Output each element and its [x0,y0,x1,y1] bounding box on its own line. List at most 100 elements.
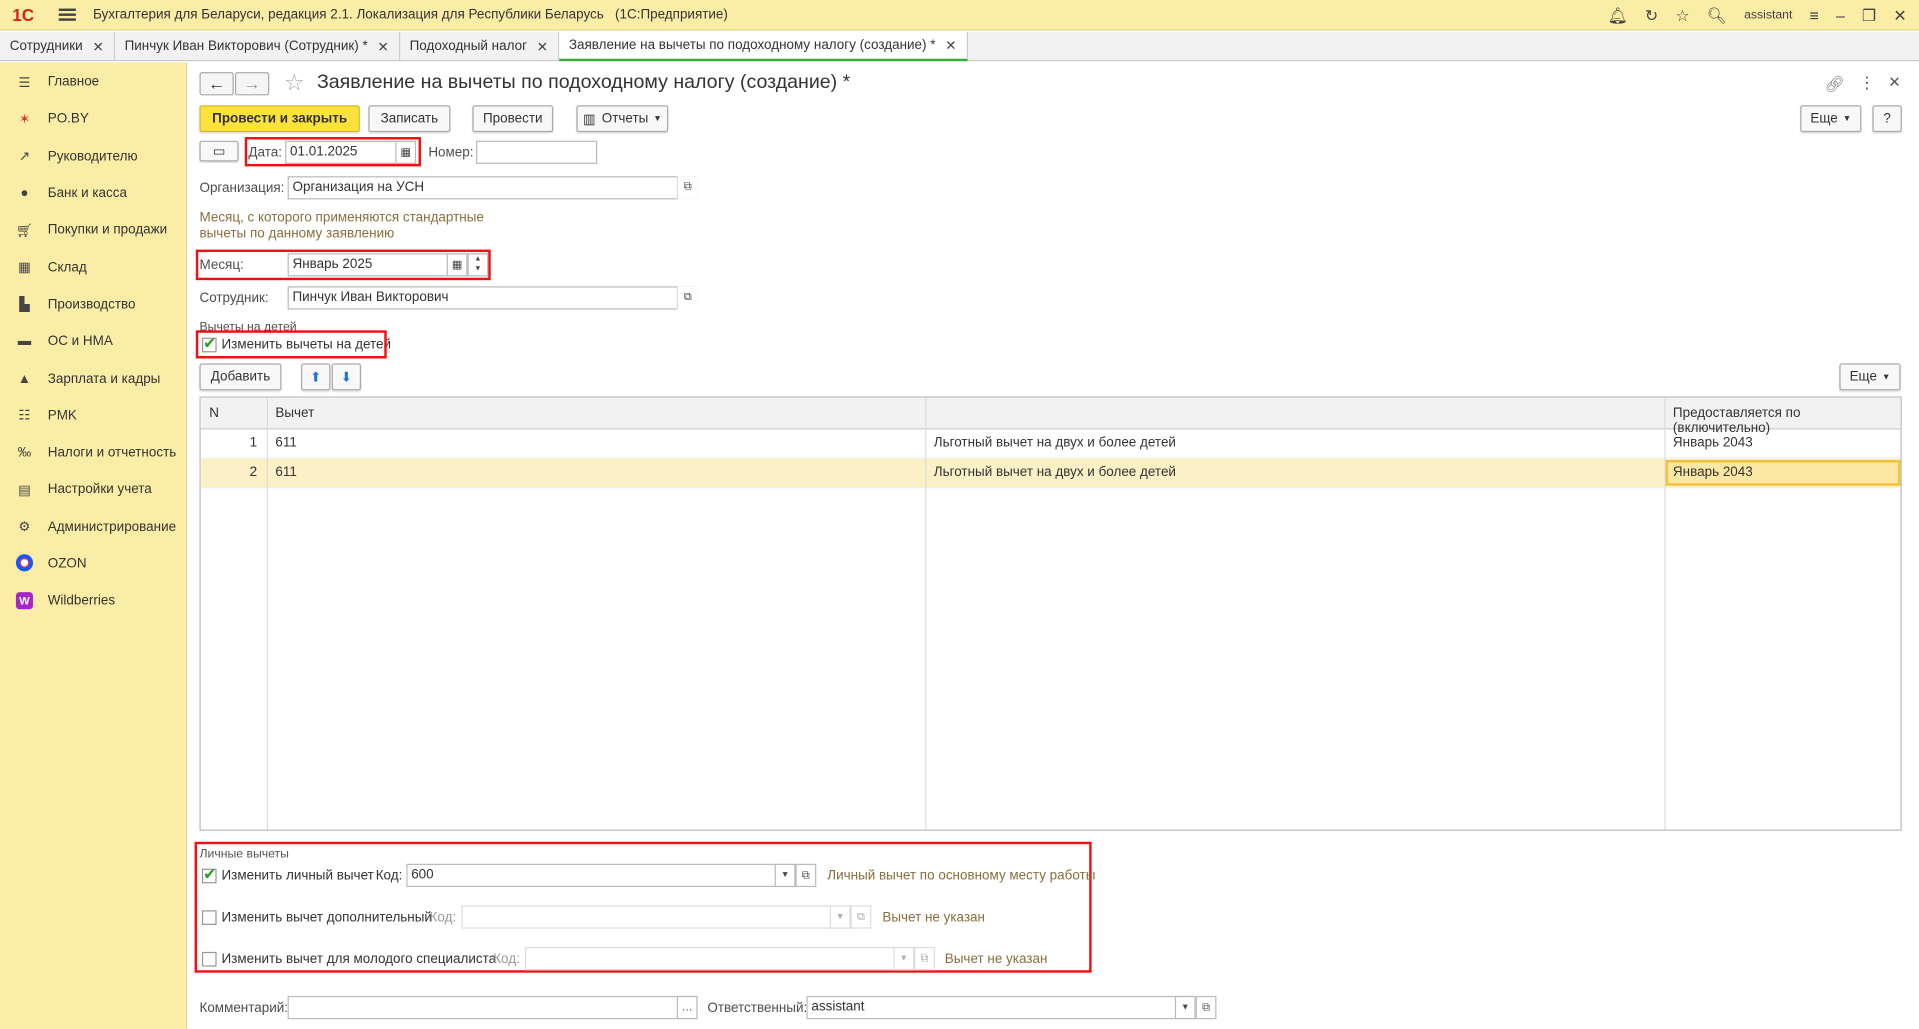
tab-income-tax[interactable]: Подоходный налог ✕ [400,31,560,62]
change-personal-checkbox[interactable] [201,865,217,885]
tab-employee-card[interactable]: Пинчук Иван Викторович (Сотрудник) * ✕ [115,31,400,62]
sidebar-item-taxes[interactable]: ‰ Налоги и отчетность [0,434,186,471]
sidebar-item-sales[interactable]: 🛒︎ Покупки и продажи [0,212,186,249]
restore-icon[interactable]: ❐ [1862,6,1876,26]
settings-doc-icon: ▤ [18,483,31,498]
deduction-description: Льготный вычет на двух и более детей [933,464,1176,480]
sidebar-item-payroll[interactable]: ▲ Зарплата и кадры [0,360,186,397]
sidebar-item-admin[interactable]: ⚙ Администрирование [0,508,186,545]
highlight-children [195,330,387,359]
young-code-field[interactable]: ▼ [525,946,915,971]
table-row[interactable]: 2 611 Льготный вычет на двух и более дет… [200,458,1901,489]
post-and-close-button[interactable]: Провести и закрыть [199,105,360,133]
open-icon[interactable]: ⧉ [914,946,935,971]
more-button[interactable]: Еще ▼ [1800,105,1862,133]
personal-code-field[interactable]: 600 ▼ [406,863,796,888]
open-icon[interactable]: ⧉ [1195,995,1217,1020]
personal-deduction-desc: Личный вычет по основному месту работы [827,868,1096,884]
change-young-checkbox[interactable] [201,951,217,967]
number-field[interactable] [476,140,598,164]
sidebar-item-assets[interactable]: ▬ ОС и НМА [0,323,186,360]
responsible-field[interactable]: assistant ▼ [806,995,1196,1020]
close-tab-icon[interactable]: ✕ [537,39,548,55]
move-up-icon[interactable]: ⬆︎ [301,363,331,391]
dropdown-arrow-icon[interactable]: ▼ [774,863,796,888]
close-tab-icon[interactable]: ✕ [93,39,104,55]
top-bar: 1С Бухгалтерия для Беларуси, редакция 2.… [0,0,1919,31]
back-arrow-icon[interactable]: ← [199,72,234,96]
dropdown-arrow-icon: ▼ [653,114,662,123]
add-button[interactable]: Добавить [199,363,282,391]
additional-code-field[interactable]: ▼ [461,905,851,929]
change-young-label[interactable]: Изменить вычет для молодого специалиста [222,952,497,967]
sidebar-item-ozon[interactable]: OZON [0,546,186,583]
post-button[interactable]: Провести [472,105,554,133]
ozon-icon [15,553,34,571]
favorite-star-icon[interactable]: ☆ [284,70,305,98]
close-tab-icon[interactable]: ✕ [945,37,956,54]
user-name[interactable]: assistant [1744,9,1792,22]
deduction-code[interactable]: 611 [275,465,296,480]
young-deduction-desc: Вычет не указан [944,951,1048,967]
sidebar-item-main[interactable]: ☰ Главное [0,64,186,101]
settings-menu-icon[interactable]: ≡ [1810,6,1819,24]
change-personal-label[interactable]: Изменить личный вычет [222,869,374,884]
row-number: 2 [249,464,258,480]
gear-icon: ⚙ [18,520,31,535]
history-icon[interactable]: ↻ [1645,6,1658,26]
link-icon[interactable]: 🔗︎ [1825,75,1845,95]
reports-button[interactable]: ▥ Отчеты ▼ [576,105,669,133]
provided-until[interactable]: Январь 2043 [1673,465,1753,480]
minimize-icon[interactable]: – [1836,6,1845,24]
bell-icon[interactable]: 🔔︎ [1608,6,1628,26]
open-icon[interactable]: ⧉ [850,905,872,929]
sidebar-item-settings[interactable]: ▤ Настройки учета [0,471,186,508]
move-down-icon[interactable]: ⬇︎ [331,363,362,391]
organization-field[interactable]: Организация на УСН ⧉ [287,176,698,200]
ellipsis-icon[interactable]: … [676,995,698,1020]
close-tab-icon[interactable]: ✕ [378,39,389,55]
more-actions-icon[interactable]: ⋮ [1859,73,1875,93]
help-button[interactable]: ? [1872,105,1902,133]
sidebar-item-wildberries[interactable]: W Wildberries [0,583,186,620]
table-row[interactable]: 1 611 Льготный вычет на двух и более дет… [200,429,1901,459]
open-icon[interactable]: ⧉ [676,176,698,200]
tab-deductions-application[interactable]: Заявление на вычеты по подоходному налог… [559,31,968,62]
save-button[interactable]: Записать [368,105,451,133]
dropdown-arrow-icon: ▼ [1881,372,1891,382]
comment-field[interactable]: … [287,995,698,1020]
open-icon[interactable]: ⧉ [676,286,698,310]
sidebar-item-production[interactable]: ▙ Производство [0,286,186,323]
table-more-button[interactable]: Еще ▼ [1839,363,1901,391]
change-additional-checkbox[interactable] [201,910,217,925]
dropdown-arrow-icon[interactable]: ▼ [893,946,915,971]
deduction-code[interactable]: 611 [275,436,296,451]
tab-employees[interactable]: Сотрудники ✕ [0,31,115,62]
close-window-icon[interactable]: ✕ [1893,6,1906,26]
sidebar-item-manager[interactable]: ↗ Руководителю [0,138,186,175]
search-icon[interactable]: 🔍︎ [1707,6,1727,26]
sidebar-item-warehouse[interactable]: ▦ Склад [0,249,186,286]
sidebar: ☰ Главное ✶ PO.BY ↗ Руководителю ● Банк и ка… [0,62,188,1029]
hamburger-menu-icon[interactable] [58,8,76,21]
dropdown-arrow-icon[interactable]: ▼ [1174,995,1196,1020]
column-header[interactable]: Вычет [275,406,314,421]
employee-field[interactable]: Пинчук Иван Викторович ⧉ [287,286,698,310]
dropdown-arrow-icon[interactable]: ▼ [829,905,851,929]
open-icon[interactable]: ⧉ [795,863,817,888]
forward-arrow-icon[interactable]: → [234,72,270,96]
sidebar-item-poby[interactable]: ✶ PO.BY [0,101,186,138]
close-form-icon[interactable]: ✕ [1888,73,1900,90]
app-logo[interactable]: 1С [12,5,49,25]
change-additional-label[interactable]: Изменить вычет дополнительный [222,910,432,925]
favorites-star-icon[interactable]: ☆ [1675,6,1689,26]
document-list-icon[interactable]: ▭ [199,140,239,162]
children-deductions-table[interactable]: N Вычет Предоставляется по (включительно… [199,396,1902,831]
table-header: N Вычет Предоставляется по (включительно… [200,397,1901,436]
sidebar-item-bank[interactable]: ● Банк и касса [0,175,186,212]
column-header[interactable]: N [209,406,219,421]
sidebar-item-pmk[interactable]: ☷ PMK [0,397,186,434]
code-label: Код: [429,910,457,925]
poby-icon: ✶ [18,112,31,128]
provided-until[interactable]: Январь 2043 [1673,436,1753,451]
